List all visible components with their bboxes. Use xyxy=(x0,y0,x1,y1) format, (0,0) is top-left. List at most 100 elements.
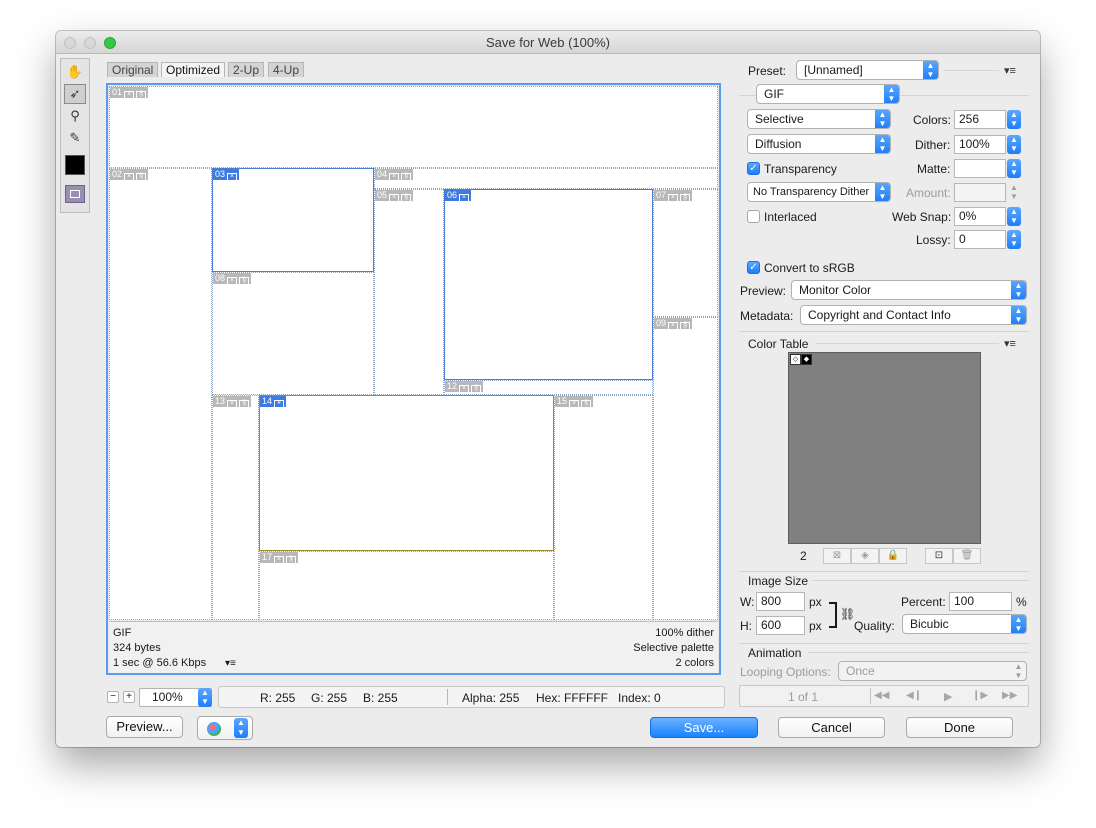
zoom-tool-icon[interactable]: ⚲ xyxy=(64,106,86,126)
transparency-label: Transparency xyxy=(764,162,837,176)
colors-stepper-icon[interactable]: ▲ ▼ xyxy=(1007,110,1021,129)
color-reduction-select[interactable]: Selective ▲ ▼ xyxy=(747,109,891,129)
web-snap-stepper-icon[interactable]: ▲ ▼ xyxy=(1007,207,1021,226)
amount-stepper-icon[interactable]: ▲ ▼ xyxy=(1007,183,1021,202)
slice-06[interactable]: 06 × xyxy=(444,189,653,380)
slice-14[interactable]: 14 × xyxy=(259,395,554,551)
map-to-transparent-icon[interactable]: ⊠ xyxy=(823,548,851,564)
color-swatch-white[interactable]: ◇ xyxy=(790,354,801,365)
optimized-preview-canvas[interactable]: 01 × § 02 × § 03 × 04 × § 05 × § 06 × 07 × § 08 × § xyxy=(109,86,718,620)
slice-image-icon: × xyxy=(668,322,679,330)
web-snap-field[interactable]: 0% xyxy=(954,207,1006,226)
slice-03[interactable]: 03 × xyxy=(212,168,374,272)
index-value: Index: 0 xyxy=(618,691,661,705)
zoom-level-select[interactable]: 100% ▲ ▼ xyxy=(139,688,212,707)
slice-05[interactable]: 05 × § xyxy=(374,189,444,395)
slice-15[interactable]: 15 × § xyxy=(554,395,653,620)
dither-label: Dither: xyxy=(915,138,951,152)
web-snap-label: Web Snap: xyxy=(892,210,952,224)
slice-08[interactable]: 08 × § xyxy=(212,272,374,395)
tab-4-up[interactable]: 4-Up xyxy=(268,62,305,77)
preview-button[interactable]: Preview... xyxy=(106,716,183,738)
matte-stepper-icon[interactable]: ▲ ▼ xyxy=(1007,159,1021,178)
metadata-stepper-icon: ▲ ▼ xyxy=(1011,306,1026,324)
slice-17[interactable]: 17 × § xyxy=(259,551,554,620)
constrain-bracket xyxy=(829,602,837,628)
matte-field[interactable] xyxy=(954,159,1006,178)
transparency-dither-select[interactable]: No Transparency Dither ▲ ▼ xyxy=(747,182,891,202)
looping-options-select[interactable]: Once ▲ ▼ xyxy=(838,661,1027,681)
eyedropper-color-swatch[interactable] xyxy=(65,155,85,175)
color-swatch-black[interactable]: ◆ xyxy=(801,354,812,365)
animation-title: Animation xyxy=(748,646,802,660)
tab-optimized[interactable]: Optimized xyxy=(161,62,226,77)
transparency-checkbox[interactable]: ✓ xyxy=(747,162,760,175)
zoom-stepper-icon[interactable]: ▲ ▼ xyxy=(198,688,212,707)
optimize-menu-icon[interactable]: ▾≡ xyxy=(1004,64,1016,77)
width-field[interactable]: 800 xyxy=(756,592,805,611)
color-table[interactable]: ◇ ◆ xyxy=(788,352,981,544)
next-frame-icon[interactable]: ❙▶ xyxy=(972,690,988,701)
play-animation-icon[interactable]: ▶ xyxy=(944,690,952,703)
percent-field[interactable]: 100 xyxy=(949,592,1012,611)
slice-13[interactable]: 13 × § xyxy=(212,395,259,620)
previous-frame-icon[interactable]: ◀❙ xyxy=(906,690,922,701)
divider xyxy=(739,571,1029,572)
preview-label: Preview: xyxy=(740,284,787,298)
eyedropper-tool-icon[interactable]: ✎ xyxy=(64,128,86,148)
preview-in-browser-select[interactable]: ▲ ▼ xyxy=(197,716,253,740)
cancel-button[interactable]: Cancel xyxy=(778,717,885,738)
colors-field[interactable]: 256 xyxy=(954,110,1006,129)
dither-amount-field[interactable]: 100% xyxy=(954,135,1006,154)
slice-09[interactable]: 09 × § xyxy=(653,317,718,620)
constrain-proportions-icon[interactable]: ⛓ xyxy=(840,607,855,621)
dither-amount-stepper-icon[interactable]: ▲ ▼ xyxy=(1007,135,1021,154)
preset-select[interactable]: [Unnamed] ▲ ▼ xyxy=(796,60,939,80)
quality-select[interactable]: Bicubic ▲ ▼ xyxy=(902,614,1027,634)
zoom-level-value: 100% xyxy=(152,690,183,704)
dither-algorithm-select[interactable]: Diffusion ▲ ▼ xyxy=(747,134,891,154)
metadata-select[interactable]: Copyright and Contact Info ▲ ▼ xyxy=(800,305,1027,325)
save-for-web-window: Save for Web (100%) ✋ ➶ ⚲ ✎ Original Opt… xyxy=(56,31,1040,747)
slice-link-icon: § xyxy=(239,277,250,285)
slice-select-tool-icon[interactable]: ➶ xyxy=(64,84,86,104)
lossy-stepper-icon[interactable]: ▲ ▼ xyxy=(1007,230,1021,249)
preview-canvas-frame: 01 × § 02 × § 03 × 04 × § 05 × § 06 × 07 × § 08 × § xyxy=(106,83,721,675)
done-button[interactable]: Done xyxy=(906,717,1013,738)
lock-color-icon[interactable]: 🔒 xyxy=(879,548,907,564)
slice-07[interactable]: 07 × § xyxy=(653,189,718,317)
add-color-icon[interactable]: ⊡ xyxy=(925,548,953,564)
convert-srgb-checkbox[interactable]: ✓ xyxy=(747,261,760,274)
slice-01[interactable]: 01 × § xyxy=(109,86,718,168)
download-speed-menu-icon[interactable]: ▾≡ xyxy=(225,656,236,671)
divider xyxy=(739,331,1029,332)
zoom-out-button[interactable]: − xyxy=(107,691,119,703)
optimization-info: GIF 324 bytes 1 sec @ 56.6 Kbps ▾≡ 100% … xyxy=(109,621,718,673)
save-button[interactable]: Save... xyxy=(650,717,758,738)
interlaced-checkbox[interactable] xyxy=(747,210,760,223)
interlaced-label: Interlaced xyxy=(764,210,817,224)
slice-02[interactable]: 02 × § xyxy=(109,168,212,620)
tab-original[interactable]: Original xyxy=(107,62,159,77)
hand-tool-icon[interactable]: ✋ xyxy=(64,62,86,82)
preview-color-select[interactable]: Monitor Color ▲ ▼ xyxy=(791,280,1027,300)
slice-04[interactable]: 04 × § xyxy=(374,168,718,189)
amount-field[interactable] xyxy=(954,183,1006,202)
file-format-value: GIF xyxy=(764,87,784,101)
last-frame-icon[interactable]: ▶▶ xyxy=(1002,690,1017,701)
color-table-menu-icon[interactable]: ▾≡ xyxy=(1004,337,1016,350)
file-format-select[interactable]: GIF ▲ ▼ xyxy=(756,84,900,104)
pixel-info-bar: R: 255 G: 255 B: 255 Alpha: 255 Hex: FFF… xyxy=(218,686,725,708)
slice-12[interactable]: 12 × § xyxy=(444,380,653,395)
delete-color-icon[interactable]: 🗑 xyxy=(953,548,981,564)
convert-srgb-label: Convert to sRGB xyxy=(764,261,855,275)
toggle-slices-visibility-icon[interactable] xyxy=(65,185,85,203)
first-frame-icon[interactable]: ◀◀ xyxy=(874,690,889,701)
zoom-in-button[interactable]: + xyxy=(123,691,135,703)
web-shift-icon[interactable]: ◈ xyxy=(851,548,879,564)
lossy-field[interactable]: 0 xyxy=(954,230,1006,249)
height-field[interactable]: 600 xyxy=(756,616,805,635)
browser-icon xyxy=(207,722,221,736)
browser-stepper-icon[interactable]: ▲ ▼ xyxy=(234,718,248,738)
tab-2-up[interactable]: 2-Up xyxy=(228,62,265,77)
